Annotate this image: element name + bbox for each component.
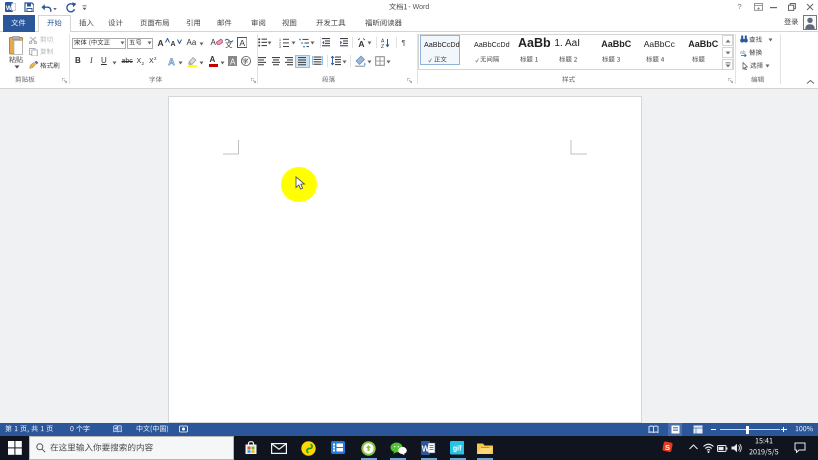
svg-text:A: A	[358, 39, 364, 48]
svg-text:Z: Z	[381, 44, 384, 48]
svg-text:gif: gif	[453, 446, 462, 453]
svg-text:W: W	[422, 444, 430, 453]
svg-text:3: 3	[279, 45, 281, 48]
svg-text:S: S	[665, 442, 670, 451]
svg-text:A: A	[239, 38, 245, 48]
svg-text:ab: ab	[740, 50, 746, 56]
svg-text:W: W	[6, 5, 13, 12]
svg-text:A: A	[230, 58, 236, 67]
svg-text:A: A	[168, 57, 175, 66]
